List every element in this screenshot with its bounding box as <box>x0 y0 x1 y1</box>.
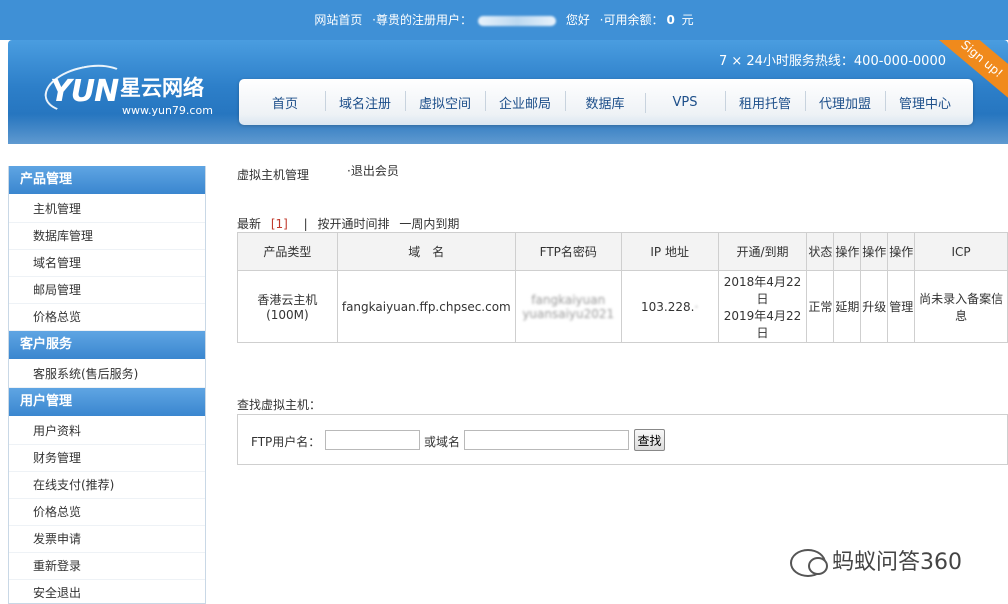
ftp-user-label: FTP用户名： <box>251 435 321 449</box>
sidebar-item-online-payment[interactable]: 在线支付(推荐) <box>9 472 205 499</box>
renew-link[interactable]: 延期 <box>833 270 862 343</box>
col-product-type: 产品类型 <box>237 232 338 271</box>
search-form: FTP用户名： 或域名 查找 <box>237 414 1008 465</box>
service-hotline: 7 × 24小时服务热线：400-000-0000 <box>718 54 946 69</box>
nav-management-center[interactable]: 管理中心 <box>885 90 965 112</box>
sidebar-item-customer-service[interactable]: 客服系统(售后服务) <box>9 361 205 388</box>
sidebar-section-title: 产品管理 <box>9 166 205 194</box>
nav-home[interactable]: 首页 <box>245 93 325 112</box>
nav-hosting-rental[interactable]: 租用托管 <box>725 90 805 112</box>
cell-status: 正常 <box>806 270 835 343</box>
top-bar: 网站首页 ·尊贵的注册用户： 您好 ·可用余额： 0 元 <box>0 0 1008 40</box>
main-nav: 首页 域名注册 虚拟空间 企业邮局 数据库 VPS 租用托管 代理加盟 管理中心 <box>239 79 973 125</box>
col-action-2: 操作 <box>860 232 889 271</box>
cell-icp: 尚未录入备案信息 <box>914 270 1008 343</box>
nav-virtual-hosting[interactable]: 虚拟空间 <box>405 90 485 112</box>
sidebar-item-price-overview[interactable]: 价格总览 <box>9 304 205 331</box>
cell-ftp: fangkaiyuan yuansaiyu2021 <box>514 270 622 343</box>
table-row: 香港云主机(100M) fangkaiyuan.ffp.chpsec.com f… <box>237 270 1008 343</box>
nav-domain-register[interactable]: 域名注册 <box>325 90 405 112</box>
col-action-1: 操作 <box>833 232 862 271</box>
open-date: 2018年4月22日 <box>723 274 802 306</box>
filter-latest-label: 最新 <box>237 217 262 231</box>
wechat-icon <box>790 549 828 577</box>
filter-latest[interactable]: 最新 [1] <box>237 217 294 231</box>
table-header-row: 产品类型 域 名 FTP名密码 IP 地址 开通/到期 状态 操作 操作 操作 … <box>237 232 1008 271</box>
nav-agent[interactable]: 代理加盟 <box>805 90 885 112</box>
cell-domain: fangkaiyuan.ffp.chpsec.com <box>336 270 516 343</box>
ip-address: 103.228. <box>641 299 695 314</box>
expire-date: 2019年4月22日 <box>723 308 802 340</box>
col-status: 状态 <box>806 232 835 271</box>
col-ftp: FTP名密码 <box>514 232 622 271</box>
balance-value: 0 <box>666 13 675 27</box>
cell-open-expire: 2018年4月22日 2019年4月22日 <box>717 270 808 343</box>
site-header: YUN 星云网络 www.yun79.com 7 × 24小时服务热线：400-… <box>8 40 1008 144</box>
ip-redacted: · <box>694 299 699 314</box>
logo-yun: YUN <box>50 74 119 109</box>
home-link[interactable]: 网站首页 <box>314 13 362 27</box>
greeting-prefix: ·尊贵的注册用户： <box>372 13 472 27</box>
balance-label: ·可用余额： <box>599 13 664 27</box>
col-domain: 域 名 <box>336 232 516 271</box>
username-redacted <box>477 15 556 26</box>
logout-link[interactable]: ·退出会员 <box>347 162 399 179</box>
host-table: 产品类型 域 名 FTP名密码 IP 地址 开通/到期 状态 操作 操作 操作 … <box>237 232 1008 343</box>
page-title: 虚拟主机管理 <box>237 168 310 182</box>
sidebar-item-user-profile[interactable]: 用户资料 <box>9 418 205 445</box>
sidebar-item-host-management[interactable]: 主机管理 <box>9 196 205 223</box>
sidebar-item-database-management[interactable]: 数据库管理 <box>9 223 205 250</box>
search-button[interactable]: 查找 <box>634 429 665 451</box>
logo-url: www.yun79.com <box>122 104 213 117</box>
domain-input[interactable] <box>464 430 629 450</box>
sidebar-item-invoice[interactable]: 发票申请 <box>9 526 205 553</box>
upgrade-link[interactable]: 升级 <box>860 270 889 343</box>
filter-separator: | <box>303 217 308 231</box>
breadcrumb: 虚拟主机管理 ·退出会员 <box>237 164 399 183</box>
ftp-user-input[interactable] <box>325 430 420 450</box>
col-action-3: 操作 <box>887 232 916 271</box>
site-logo[interactable]: YUN 星云网络 www.yun79.com <box>40 57 230 124</box>
sidebar: 产品管理 主机管理 数据库管理 域名管理 邮局管理 价格总览 客户服务 客服系统… <box>8 166 206 604</box>
filter-bar: 最新 [1] | 按开通时间排 一周内到期 <box>237 215 465 232</box>
manage-link[interactable]: 管理 <box>887 270 916 343</box>
or-domain-label: 或域名 <box>424 435 461 449</box>
col-ip: IP 地址 <box>620 232 719 271</box>
greeting-suffix: 您好 <box>565 13 590 27</box>
sidebar-section-title: 客户服务 <box>9 331 205 359</box>
search-title: 查找虚拟主机： <box>237 398 322 412</box>
sidebar-section-title: 用户管理 <box>9 388 205 416</box>
sidebar-item-mail-management[interactable]: 邮局管理 <box>9 277 205 304</box>
sidebar-item-domain-management[interactable]: 域名管理 <box>9 250 205 277</box>
filter-count: [1] <box>270 217 288 231</box>
ftp-password: yuansaiyu2021 <box>522 306 615 321</box>
watermark-text: 蚂蚁问答360 <box>832 550 962 575</box>
nav-enterprise-mail[interactable]: 企业邮局 <box>485 90 565 112</box>
sidebar-item-relogin[interactable]: 重新登录 <box>9 553 205 580</box>
filter-by-open-time[interactable]: 按开通时间排 <box>318 217 390 231</box>
col-icp: ICP <box>914 232 1008 271</box>
sidebar-item-price-overview-2[interactable]: 价格总览 <box>9 499 205 526</box>
sidebar-item-logout[interactable]: 安全退出 <box>9 580 205 603</box>
watermark: 蚂蚁问答360 <box>790 544 962 577</box>
logo-brand-name: 星云网络 <box>120 76 204 100</box>
nav-database[interactable]: 数据库 <box>565 90 645 112</box>
cell-product-type: 香港云主机(100M) <box>237 270 338 343</box>
balance-unit: 元 <box>681 13 694 27</box>
ftp-username: fangkaiyuan <box>531 292 606 307</box>
filter-expire-week[interactable]: 一周内到期 <box>399 217 459 231</box>
nav-vps[interactable]: VPS <box>645 92 725 113</box>
sidebar-item-finance[interactable]: 财务管理 <box>9 445 205 472</box>
cell-ip: 103.228.· <box>620 270 719 343</box>
col-open-expire: 开通/到期 <box>717 232 808 271</box>
